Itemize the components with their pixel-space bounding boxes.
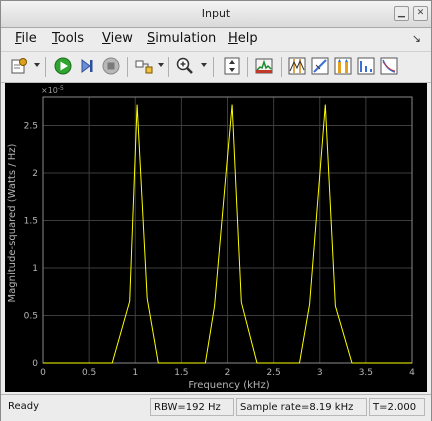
y-tick-label: 0.5 — [24, 312, 38, 322]
zoom-dropdown-icon[interactable] — [201, 63, 207, 67]
cursor-icon — [288, 57, 306, 75]
menu-bar: File Tools View Simulation Help ↘ — [1, 28, 431, 50]
x-tick-label: 3.5 — [359, 368, 373, 378]
y-axis-label: Magnitude-squared (Watts / Hz) — [7, 143, 18, 302]
status-time: T=2.000 — [369, 398, 425, 416]
y-tick-label: 0 — [32, 359, 38, 369]
status-rbw: RBW=192 Hz — [150, 398, 234, 416]
y-tick-label: 1 — [32, 264, 38, 274]
peak-finder-icon — [334, 57, 352, 75]
menu-view[interactable]: View — [102, 31, 133, 46]
scale-axes-button[interactable] — [222, 56, 242, 76]
highlight-block-button[interactable] — [134, 56, 154, 76]
plot-panel: 0 0.5 1 1.5 2 2.5 3 3.5 4 0 0.5 1 1.5 2 2.5 ×10-5 Fre… — [5, 83, 427, 392]
stop-button[interactable] — [101, 56, 121, 76]
spectrum-icon — [255, 58, 273, 74]
signal-statistics-button[interactable] — [310, 56, 330, 76]
exponent-label: ×10-5 — [41, 85, 64, 95]
block-diagram-icon — [135, 60, 153, 74]
menu-help[interactable]: Help — [228, 31, 258, 46]
peak-finder-button[interactable] — [333, 56, 353, 76]
distortion-measurements-button[interactable] — [356, 56, 376, 76]
statistics-icon — [311, 57, 329, 75]
close-button[interactable]: ✕ — [413, 6, 428, 21]
block-dropdown-icon[interactable] — [158, 63, 164, 67]
toolbar-separator — [45, 57, 46, 77]
ccdf-measurements-button[interactable] — [379, 56, 399, 76]
spectrum-plot[interactable]: 0 0.5 1 1.5 2 2.5 3 3.5 4 0 0.5 1 1.5 2 2.5 ×10-5 Fre… — [5, 83, 427, 392]
y-tick-label: 1.5 — [24, 217, 38, 227]
x-tick-label: 0 — [40, 368, 46, 378]
y-tick-labels: 0 0.5 1 1.5 2 2.5 — [24, 122, 39, 370]
cursor-measurements-button[interactable] — [287, 56, 307, 76]
status-sample-rate: Sample rate=8.19 kHz — [236, 398, 367, 416]
run-button[interactable] — [53, 56, 73, 76]
config-dropdown-icon[interactable] — [34, 63, 40, 67]
config-icon — [11, 58, 27, 74]
grid-lines — [42, 97, 413, 364]
step-forward-button[interactable] — [77, 56, 97, 76]
toolbar-separator — [213, 57, 214, 77]
zoom-in-button[interactable] — [175, 56, 195, 76]
print-config-button[interactable] — [9, 56, 29, 76]
step-forward-icon — [81, 59, 93, 73]
autoscale-icon — [224, 57, 240, 75]
window-title: Input — [201, 7, 231, 20]
ccdf-icon — [380, 57, 398, 75]
x-tick-label: 2.5 — [266, 368, 280, 378]
x-tick-label: 4 — [409, 368, 415, 378]
x-tick-label: 2 — [225, 368, 231, 378]
x-tick-label: 1 — [132, 368, 138, 378]
x-axis-label: Frequency (kHz) — [188, 380, 269, 391]
dock-arrow-icon[interactable]: ↘ — [412, 32, 421, 45]
minimize-button[interactable]: ▁ — [394, 6, 409, 21]
menu-tools[interactable]: Tools — [52, 31, 84, 46]
stop-icon — [102, 57, 120, 75]
x-tick-label: 1.5 — [174, 368, 188, 378]
menu-file[interactable]: File — [15, 31, 37, 46]
toolbar-separator — [247, 57, 248, 77]
toolbar-separator — [168, 57, 169, 77]
status-bar: Ready RBW=192 Hz Sample rate=8.19 kHz T=… — [1, 394, 431, 421]
title-bar: Input ▁ ✕ — [1, 1, 431, 28]
x-tick-label: 3 — [317, 368, 323, 378]
x-tick-label: 0.5 — [82, 368, 96, 378]
play-icon — [54, 57, 72, 75]
y-tick-label: 2.5 — [24, 122, 38, 132]
zoom-in-icon — [176, 57, 193, 74]
scope-window: Input ▁ ✕ File Tools View Simulation Hel… — [0, 0, 432, 421]
toolbar — [1, 51, 431, 83]
toolbar-separator — [127, 57, 128, 77]
toolbar-separator — [281, 57, 282, 77]
x-tick-labels: 0 0.5 1 1.5 2 2.5 3 3.5 4 — [40, 368, 415, 378]
spectrum-settings-button[interactable] — [254, 56, 274, 76]
menu-simulation[interactable]: Simulation — [147, 31, 216, 46]
distortion-icon — [357, 57, 375, 75]
status-state: Ready — [8, 401, 40, 412]
y-tick-label: 2 — [32, 169, 38, 179]
